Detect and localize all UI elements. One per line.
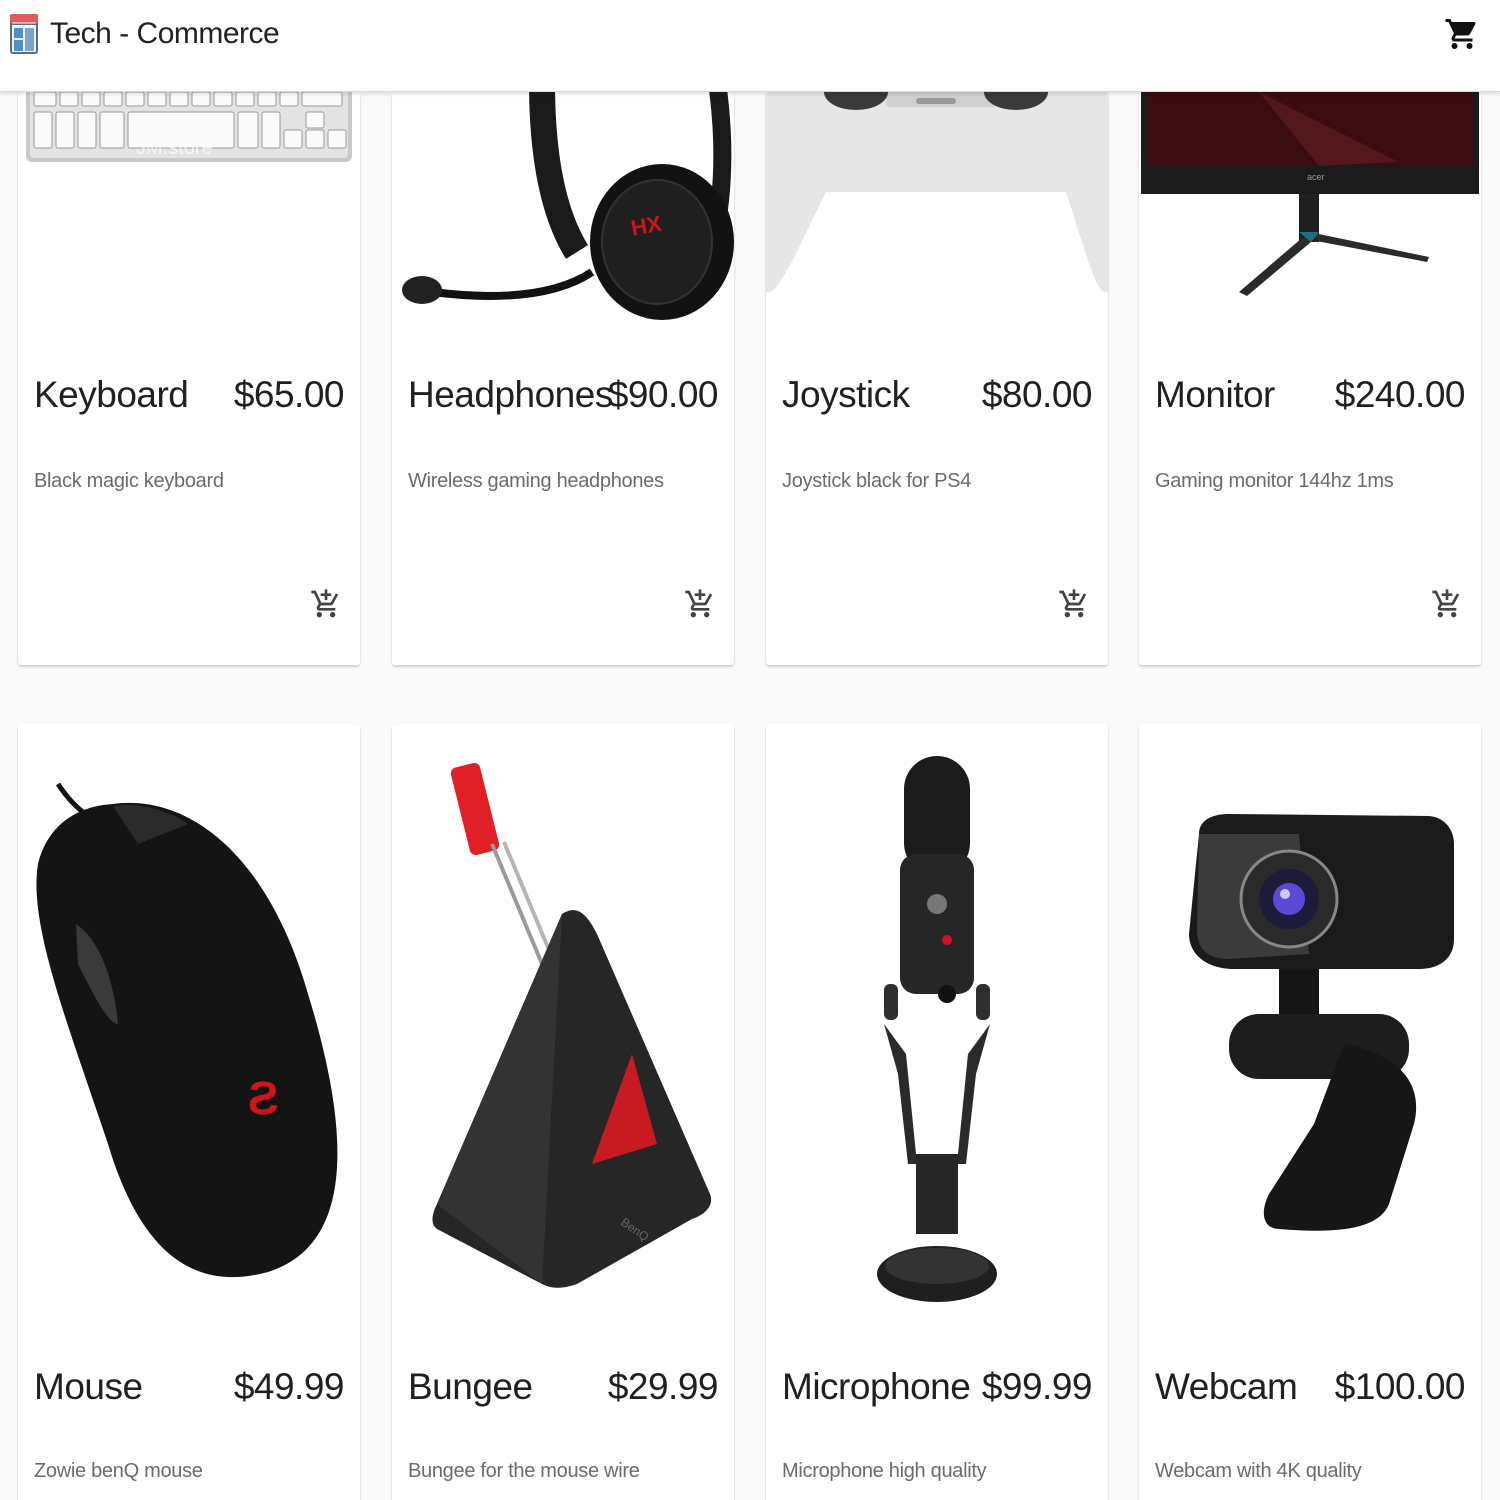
product-name: Headphones bbox=[408, 374, 613, 415]
bungee-image: BenQ bbox=[392, 724, 734, 1324]
product-price: $80.00 bbox=[981, 374, 1093, 415]
product-name: Webcam bbox=[1155, 1366, 1298, 1407]
product-description: Webcam with 4K quality bbox=[1155, 1460, 1362, 1482]
svg-text:JM.store: JM.store bbox=[136, 137, 213, 159]
joystick-image bbox=[766, 92, 1108, 362]
add-shopping-cart-icon bbox=[311, 589, 339, 618]
product-name: Keyboard bbox=[34, 374, 189, 415]
product-card-webcam: Webcam $100.00 Webcam with 4K quality bbox=[1139, 724, 1481, 1500]
product-name: Mouse bbox=[34, 1366, 143, 1407]
product-description: Gaming monitor 144hz 1ms bbox=[1155, 470, 1394, 492]
add-shopping-cart-icon bbox=[1432, 589, 1460, 618]
product-price: $65.00 bbox=[233, 374, 345, 415]
product-description: Wireless gaming headphones bbox=[408, 470, 664, 492]
product-card-mouse: Ƨ Mouse $49.99 Zowie benQ mouse bbox=[18, 724, 360, 1500]
product-card-keyboard: JM.store Keyboard $65.00 Black magic key… bbox=[18, 92, 360, 665]
svg-text:acer: acer bbox=[1307, 172, 1325, 182]
product-description: Microphone high quality bbox=[782, 1460, 987, 1482]
app-title: Tech - Commerce bbox=[50, 17, 280, 50]
product-name: Monitor bbox=[1155, 374, 1275, 415]
svg-text:HX: HX bbox=[629, 211, 664, 241]
app-bar: Tech - Commerce bbox=[0, 0, 1500, 92]
webcam-image bbox=[1139, 724, 1481, 1324]
add-shopping-cart-icon bbox=[1059, 589, 1087, 618]
product-description: Bungee for the mouse wire bbox=[408, 1460, 640, 1482]
product-card-joystick: Joystick $80.00 Joystick black for PS4 bbox=[766, 92, 1108, 665]
store-icon bbox=[10, 14, 38, 54]
monitor-image: acer bbox=[1139, 92, 1481, 362]
product-name: Microphone bbox=[782, 1366, 971, 1407]
shopping-cart-icon bbox=[1445, 19, 1476, 49]
mouse-image: Ƨ bbox=[18, 724, 360, 1324]
add-to-cart-button[interactable] bbox=[1431, 588, 1463, 628]
product-card-microphone: Microphone $99.99 Microphone high qualit… bbox=[766, 724, 1108, 1500]
brand-home-link[interactable]: Tech - Commerce bbox=[8, 10, 280, 58]
add-to-cart-button[interactable] bbox=[684, 588, 716, 628]
product-card-monitor: acer Monitor $240.00 Gaming monitor 144h… bbox=[1139, 92, 1481, 665]
add-to-cart-button[interactable] bbox=[310, 588, 342, 628]
product-description: Joystick black for PS4 bbox=[782, 470, 972, 492]
cart-button[interactable] bbox=[1444, 14, 1480, 54]
product-price: $90.00 bbox=[607, 374, 719, 415]
add-to-cart-button[interactable] bbox=[1058, 588, 1090, 628]
microphone-image bbox=[766, 724, 1108, 1324]
product-grid: JM.store Keyboard $65.00 Black magic key… bbox=[0, 0, 1500, 1500]
product-price: $100.00 bbox=[1334, 1366, 1466, 1407]
product-card-headphones: HX Headphones $90.00 Wireless gaming hea… bbox=[392, 92, 734, 665]
headphones-image: HX bbox=[392, 92, 734, 362]
product-price: $29.99 bbox=[607, 1366, 719, 1407]
keyboard-image: JM.store bbox=[18, 92, 360, 362]
product-name: Joystick bbox=[782, 374, 910, 415]
product-description: Black magic keyboard bbox=[34, 470, 224, 492]
product-name: Bungee bbox=[408, 1366, 533, 1407]
product-price: $240.00 bbox=[1334, 374, 1466, 415]
product-price: $99.99 bbox=[981, 1366, 1093, 1407]
product-description: Zowie benQ mouse bbox=[34, 1460, 203, 1482]
product-card-bungee: BenQ Bungee $29.99 Bungee for the mouse … bbox=[392, 724, 734, 1500]
svg-text:Ƨ: Ƨ bbox=[248, 1072, 279, 1124]
add-shopping-cart-icon bbox=[685, 589, 713, 618]
product-price: $49.99 bbox=[233, 1366, 345, 1407]
